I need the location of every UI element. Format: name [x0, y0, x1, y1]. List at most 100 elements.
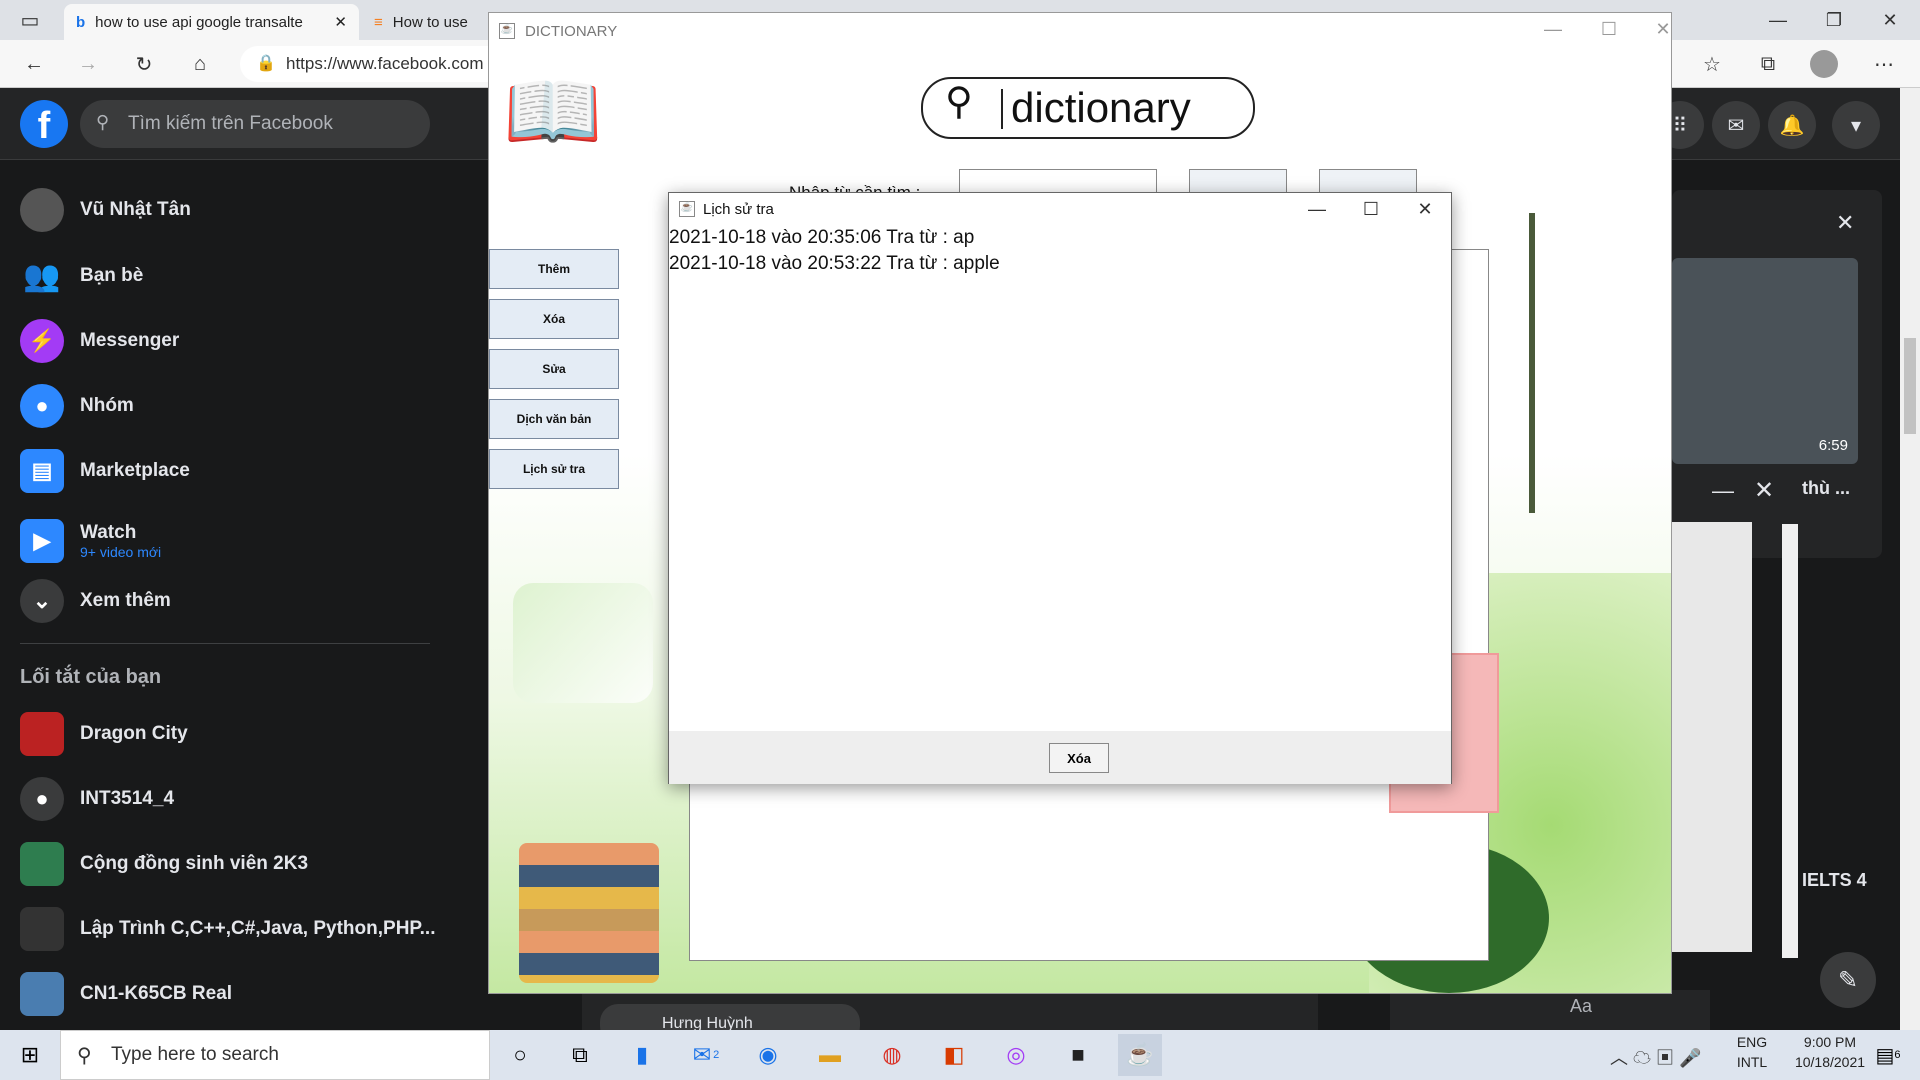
sidebar-item-label: Vũ Nhật Tân [80, 199, 191, 220]
account-menu-icon[interactable]: ▾ [1832, 101, 1880, 149]
sidebar-item-groups[interactable]: ● Nhóm [20, 376, 460, 436]
close-icon[interactable]: ✕ [1635, 13, 1671, 45]
friends-icon: 👥 [23, 259, 61, 293]
facebook-logo-icon[interactable]: f [20, 100, 68, 148]
sidebar-item-watch[interactable]: ▶ Watch 9+ video mới [20, 506, 460, 576]
url-text: https://www.facebook.com [286, 54, 484, 73]
browser-close-icon[interactable]: ✕ [1862, 0, 1918, 40]
group-icon [20, 842, 64, 886]
sidebar-item-label: Bạn bè [80, 265, 144, 286]
history-list[interactable]: 2021-10-18 vào 20:35:06 Tra từ : ap 2021… [669, 225, 1451, 730]
shortcut-item[interactable]: ● INT3514_4 [20, 769, 460, 829]
ielts-label: IELTS 4 [1802, 870, 1867, 890]
minimize-icon[interactable]: — [1712, 478, 1734, 504]
intellij-icon[interactable]: ■ [1056, 1034, 1100, 1076]
close-icon[interactable]: ✕ [1397, 193, 1453, 225]
shortcut-item[interactable]: Lập Trình C,C++,C#,Java, Python,PHP... [20, 899, 460, 959]
sidebar-item-label: Marketplace [80, 460, 190, 481]
java-icon[interactable]: ☕ [1118, 1034, 1162, 1076]
refresh-icon[interactable]: ↻ [128, 48, 160, 80]
shortcut-item[interactable]: Dragon City [20, 704, 460, 764]
sidebar-item-label: Messenger [80, 330, 180, 351]
sidebar-item-profile[interactable]: Vũ Nhật Tân [20, 180, 460, 240]
chat-input-placeholder: Aa [1570, 996, 1593, 1016]
group-icon: ● [20, 777, 64, 821]
sidebar-item-friends[interactable]: 👥 Bạn bè [20, 246, 460, 306]
favorites-icon[interactable]: ☆ [1696, 48, 1728, 80]
mail-icon[interactable]: ✉ 2 [684, 1034, 728, 1076]
window-title: DICTIONARY [525, 22, 618, 40]
system-tray-icons[interactable]: ︿ ☁ ▣ 🎤 [1610, 1044, 1701, 1070]
edit-button[interactable]: Sửa [489, 349, 619, 389]
lock-icon: 🔒 [256, 55, 276, 72]
delete-button[interactable]: Xóa [489, 299, 619, 339]
watch-subtext: 9+ video mới [80, 544, 162, 560]
collections-icon[interactable]: ⧉ [1752, 48, 1784, 80]
language-indicator[interactable]: ENG INTL [1732, 1034, 1772, 1070]
messenger-icon: ⚡ [20, 319, 64, 363]
browser-maximize-icon[interactable]: ❐ [1806, 0, 1862, 40]
close-icon[interactable]: ✕ [1836, 210, 1854, 236]
home-icon[interactable]: ⌂ [184, 48, 216, 80]
plant-illustration [1529, 213, 1535, 513]
sidebar-item-marketplace[interactable]: ▤ Marketplace [20, 441, 460, 501]
cortana-icon[interactable]: ○ [498, 1034, 542, 1076]
back-icon[interactable]: ← [18, 48, 50, 80]
taskbar-search-input[interactable]: ⚲ Type here to search [60, 1030, 490, 1080]
search-icon: ⚲ [945, 81, 973, 123]
messenger-icon[interactable]: ◎ [994, 1034, 1038, 1076]
shortcut-item[interactable]: CN1-K65CB Real [20, 964, 460, 1024]
profile-avatar[interactable] [1810, 50, 1838, 78]
phone-app-icon[interactable]: ▮ [620, 1034, 664, 1076]
lang-line2: INTL [1736, 1054, 1768, 1070]
shortcut-label: Lập Trình C,C++,C#,Java, Python,PHP... [80, 918, 436, 939]
scrollbar[interactable] [1782, 524, 1798, 958]
add-button[interactable]: Thêm [489, 249, 619, 289]
sidebar-item-label: Watch [80, 522, 137, 543]
shortcut-label: CN1-K65CB Real [80, 983, 233, 1004]
maximize-icon[interactable]: ☐ [1343, 193, 1399, 225]
history-entry: 2021-10-18 vào 20:53:22 Tra từ : apple [669, 253, 1000, 274]
tab-actions-icon[interactable]: ▭ [14, 4, 46, 36]
dialog-title: Lịch sử tra [703, 200, 774, 218]
notification-center-icon[interactable]: ▤ 6 [1866, 1034, 1910, 1076]
browser-tab-1[interactable]: b how to use api google transalte ✕ [64, 4, 359, 40]
scrollbar-thumb[interactable] [1904, 338, 1916, 434]
sidebar-item-messenger[interactable]: ⚡ Messenger [20, 311, 460, 371]
office-icon[interactable]: ◧ [932, 1034, 976, 1076]
chrome-icon[interactable]: ◍ [870, 1034, 914, 1076]
sidebar-item-label: Xem thêm [80, 590, 171, 611]
close-icon[interactable]: ✕ [1754, 476, 1774, 505]
close-tab-icon[interactable]: ✕ [334, 13, 347, 31]
video-title: thù ... [1802, 478, 1850, 498]
sidebar-item-see-more[interactable]: ⌄ Xem thêm [20, 571, 460, 631]
browser-minimize-icon[interactable]: — [1750, 0, 1806, 40]
translate-text-button[interactable]: Dịch văn bản [489, 399, 619, 439]
edge-icon[interactable]: ◉ [746, 1034, 790, 1076]
windows-start-icon[interactable]: ⊞ [8, 1034, 52, 1076]
browser-tab-2[interactable]: ≡ How to use G [362, 4, 482, 40]
video-thumbnail[interactable]: 6:59 [1672, 258, 1858, 464]
facebook-search-input[interactable]: ⚲ Tìm kiếm trên Facebook [80, 100, 430, 148]
page-scrollbar[interactable] [1900, 88, 1920, 1030]
minimize-icon[interactable]: — [1525, 13, 1581, 45]
sidebar-divider [20, 643, 430, 644]
video-strip [1672, 522, 1752, 952]
new-message-icon[interactable]: ✎ [1820, 952, 1876, 1008]
group-icon [20, 907, 64, 951]
file-explorer-icon[interactable]: ▬ [808, 1034, 852, 1076]
notifications-icon[interactable]: 🔔 [1768, 101, 1816, 149]
forward-icon[interactable]: → [72, 48, 104, 80]
shortcut-item[interactable]: Cộng đồng sinh viên 2K3 [20, 834, 460, 894]
avatar [20, 188, 64, 232]
history-button[interactable]: Lịch sử tra [489, 449, 619, 489]
task-view-icon[interactable]: ⧉ [558, 1034, 602, 1076]
more-menu-icon[interactable]: ⋯ [1868, 48, 1900, 80]
messenger-icon[interactable]: ✉ [1712, 101, 1760, 149]
book-icon: 📖 [503, 67, 603, 156]
tab-title: how to use api google transalte [95, 13, 303, 31]
minimize-icon[interactable]: — [1289, 193, 1345, 225]
maximize-icon[interactable]: ☐ [1581, 13, 1637, 45]
stackoverflow-icon: ≡ [374, 13, 383, 31]
clear-history-button[interactable]: Xóa [1049, 743, 1109, 773]
